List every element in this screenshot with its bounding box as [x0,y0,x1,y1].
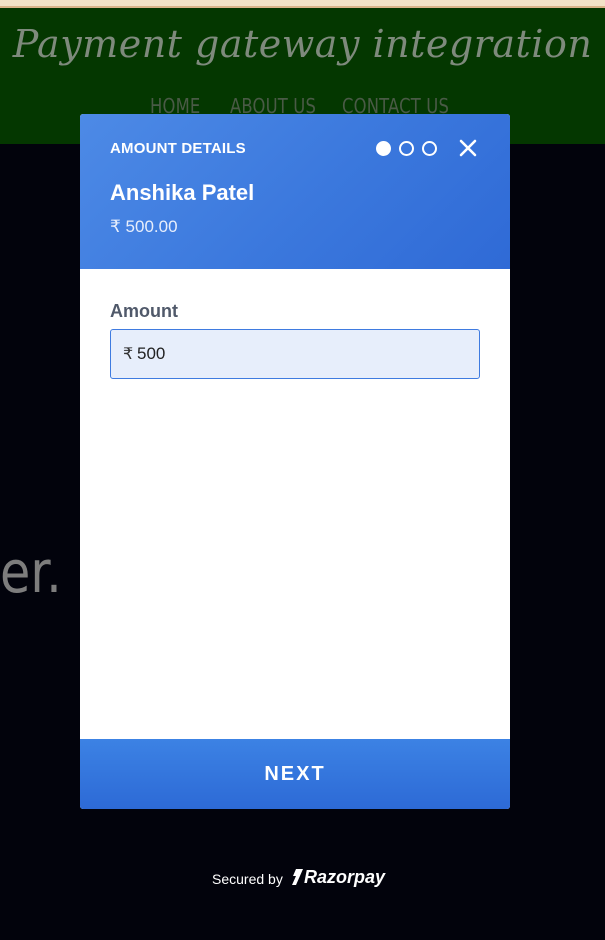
close-icon-glyph [459,139,477,157]
modal-header: AMOUNT DETAILS Anshika Patel ₹ 500.00 [80,114,510,269]
header-label: AMOUNT DETAILS [110,140,246,157]
step-dot-2 [399,141,414,156]
close-icon[interactable] [456,136,480,160]
secured-by-badge: Secured by Razorpay [194,860,394,898]
background-text: er. [0,538,62,606]
step-dot-1 [376,141,391,156]
step-dot-3 [422,141,437,156]
amount-label: Amount [110,301,178,321]
site-title: Payment gateway integration [12,22,593,66]
merchant-name: Anshika Patel [110,180,255,205]
next-button[interactable]: NEXT [80,739,510,809]
amount-field[interactable]: ₹ [110,329,480,379]
razorpay-brand: Razorpay [304,867,386,887]
header-amount: ₹ 500.00 [110,217,178,236]
rupee-icon: ₹ [123,346,134,363]
checkout-modal: AMOUNT DETAILS Anshika Patel ₹ 500.00 Am… [80,114,510,809]
top-stripe [0,0,605,8]
razorpay-logo-icon [292,869,303,885]
amount-input[interactable] [137,330,467,378]
secured-by-label: Secured by [212,871,283,887]
